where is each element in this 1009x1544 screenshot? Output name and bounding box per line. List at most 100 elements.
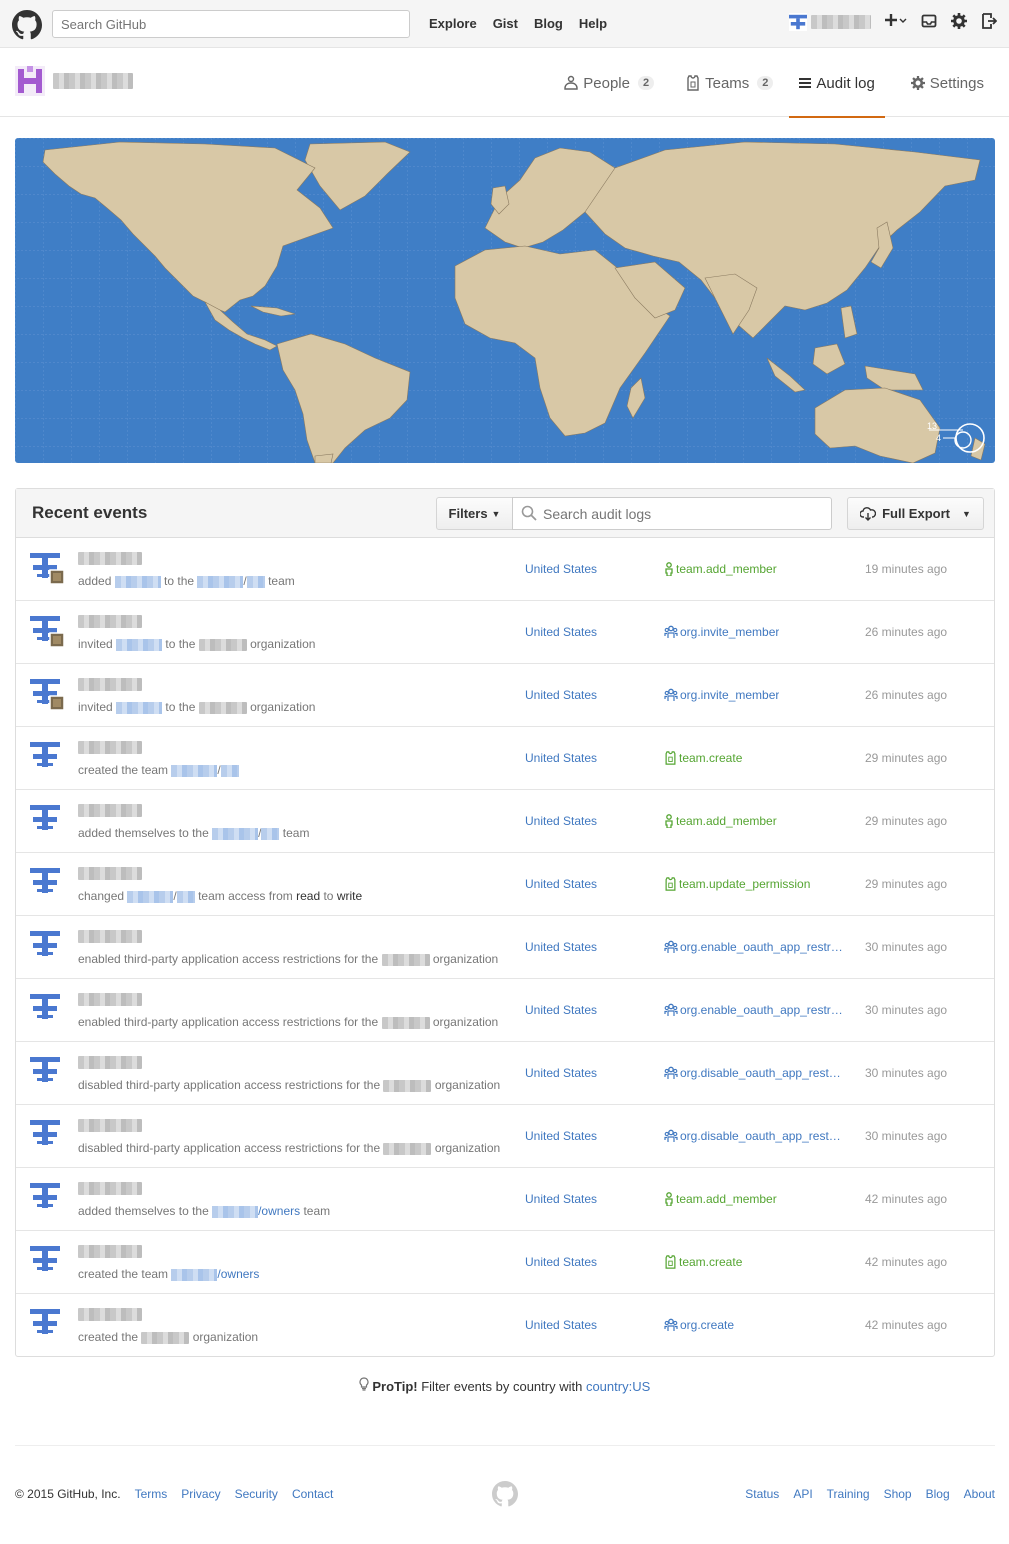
nav-blog[interactable]: Blog: [534, 16, 563, 31]
global-search-input[interactable]: [52, 10, 410, 38]
footer-link-shop[interactable]: Shop: [884, 1487, 912, 1501]
event-country[interactable]: United States: [525, 940, 597, 954]
actor-avatar[interactable]: [28, 674, 64, 710]
redacted-link[interactable]: [197, 575, 244, 588]
footer-link-terms[interactable]: Terms: [135, 1487, 168, 1501]
event-action[interactable]: org.enable_oauth_app_restr…: [664, 1003, 844, 1017]
event-country[interactable]: United States: [525, 1192, 597, 1206]
actor-name-redacted[interactable]: [78, 1119, 142, 1132]
redacted-user-link[interactable]: [116, 638, 163, 651]
event-action[interactable]: team.add_member: [664, 814, 844, 828]
actor-name-redacted[interactable]: [78, 1245, 142, 1258]
event-country[interactable]: United States: [525, 1066, 597, 1080]
actor-avatar[interactable]: [28, 989, 64, 1025]
actor-name-redacted[interactable]: [78, 678, 142, 691]
footer-link-security[interactable]: Security: [235, 1487, 278, 1501]
actor-name-redacted[interactable]: [78, 867, 142, 880]
actor-name-redacted[interactable]: [78, 1308, 142, 1321]
footer-link-privacy[interactable]: Privacy: [181, 1487, 220, 1501]
nav-explore[interactable]: Explore: [429, 16, 477, 31]
event-action[interactable]: org.invite_member: [664, 625, 844, 639]
actor-avatar[interactable]: [28, 863, 64, 899]
tab-people[interactable]: People 2: [548, 49, 670, 117]
redacted-user-link[interactable]: [116, 701, 163, 714]
event-action[interactable]: team.update_permission: [664, 877, 844, 891]
actor-name-redacted[interactable]: [78, 615, 142, 628]
tab-settings[interactable]: Settings: [895, 49, 1009, 117]
actor-avatar[interactable]: [28, 800, 64, 836]
actor-avatar[interactable]: [28, 1115, 64, 1151]
event-action[interactable]: org.disable_oauth_app_rest…: [664, 1129, 844, 1143]
org-name-redacted[interactable]: [53, 73, 133, 89]
actor-name-redacted[interactable]: [78, 552, 142, 565]
actor-name-redacted[interactable]: [78, 1056, 142, 1069]
event-action[interactable]: team.create: [664, 751, 844, 765]
redacted-link[interactable]: [176, 890, 195, 903]
actor-avatar[interactable]: [28, 611, 64, 647]
redacted-link[interactable]: [212, 827, 259, 840]
event-country[interactable]: United States: [525, 814, 597, 828]
redacted-user-link[interactable]: [114, 575, 161, 588]
event-action[interactable]: team.create: [664, 1255, 844, 1269]
event-country[interactable]: United States: [525, 877, 597, 891]
actor-avatar[interactable]: [28, 737, 64, 773]
redacted-link[interactable]: [171, 764, 218, 777]
country-us-link[interactable]: country:US: [586, 1379, 650, 1394]
actor-name-redacted[interactable]: [78, 741, 142, 754]
github-mark-icon[interactable]: [492, 1481, 518, 1507]
plus-icon[interactable]: [885, 12, 907, 32]
actor-avatar[interactable]: [28, 1052, 64, 1088]
footer-link-training[interactable]: Training: [827, 1487, 870, 1501]
event-action[interactable]: org.create: [664, 1318, 844, 1332]
actor-avatar[interactable]: [28, 1178, 64, 1214]
redacted-link[interactable]: [261, 827, 280, 840]
actor-avatar[interactable]: [28, 926, 64, 962]
event-country[interactable]: United States: [525, 562, 597, 576]
actor-avatar[interactable]: [28, 548, 64, 584]
footer-link-status[interactable]: Status: [745, 1487, 779, 1501]
tab-teams[interactable]: Teams 2: [670, 49, 789, 117]
footer-link-contact[interactable]: Contact: [292, 1487, 333, 1501]
inbox-icon[interactable]: [921, 13, 937, 32]
footer-link-blog[interactable]: Blog: [926, 1487, 950, 1501]
actor-name-redacted[interactable]: [78, 804, 142, 817]
actor-name-redacted[interactable]: [78, 930, 142, 943]
event-country[interactable]: United States: [525, 1318, 597, 1332]
github-logo-icon[interactable]: [12, 10, 42, 40]
redacted-link[interactable]: [212, 1205, 259, 1218]
gear-icon[interactable]: [951, 12, 967, 32]
redacted-link[interactable]: [246, 575, 265, 588]
event-action[interactable]: org.invite_member: [664, 688, 844, 702]
user-menu[interactable]: [789, 13, 871, 31]
full-export-button[interactable]: Full Export ▼: [847, 497, 984, 530]
event-country[interactable]: United States: [525, 1003, 597, 1017]
event-action[interactable]: org.disable_oauth_app_rest…: [664, 1066, 844, 1080]
footer-link-api[interactable]: API: [793, 1487, 812, 1501]
filters-button[interactable]: Filters ▼: [436, 497, 513, 530]
redacted-link[interactable]: [171, 1268, 218, 1281]
team-link-suffix[interactable]: /owners: [258, 1204, 300, 1218]
event-action[interactable]: team.add_member: [664, 1192, 844, 1206]
events-world-map[interactable]: 13 4: [15, 138, 995, 463]
team-link-suffix[interactable]: /owners: [217, 1267, 259, 1281]
nav-help[interactable]: Help: [579, 16, 607, 31]
actor-name-redacted[interactable]: [78, 1182, 142, 1195]
actor-name-redacted[interactable]: [78, 993, 142, 1006]
org-avatar[interactable]: [15, 66, 45, 96]
footer-link-about[interactable]: About: [964, 1487, 995, 1501]
event-country[interactable]: United States: [525, 688, 597, 702]
tab-audit-log[interactable]: Audit log: [789, 49, 886, 118]
event-country[interactable]: United States: [525, 1129, 597, 1143]
sign-out-icon[interactable]: [981, 12, 998, 32]
event-country[interactable]: United States: [525, 1255, 597, 1269]
audit-log-search-input[interactable]: [512, 497, 832, 530]
redacted-link[interactable]: [220, 764, 239, 777]
nav-gist[interactable]: Gist: [493, 16, 518, 31]
event-action[interactable]: org.enable_oauth_app_restr…: [664, 940, 844, 954]
event-country[interactable]: United States: [525, 625, 597, 639]
actor-avatar[interactable]: [28, 1241, 64, 1277]
redacted-link[interactable]: [127, 890, 174, 903]
actor-avatar[interactable]: [28, 1304, 64, 1340]
event-action[interactable]: team.add_member: [664, 562, 844, 576]
event-country[interactable]: United States: [525, 751, 597, 765]
